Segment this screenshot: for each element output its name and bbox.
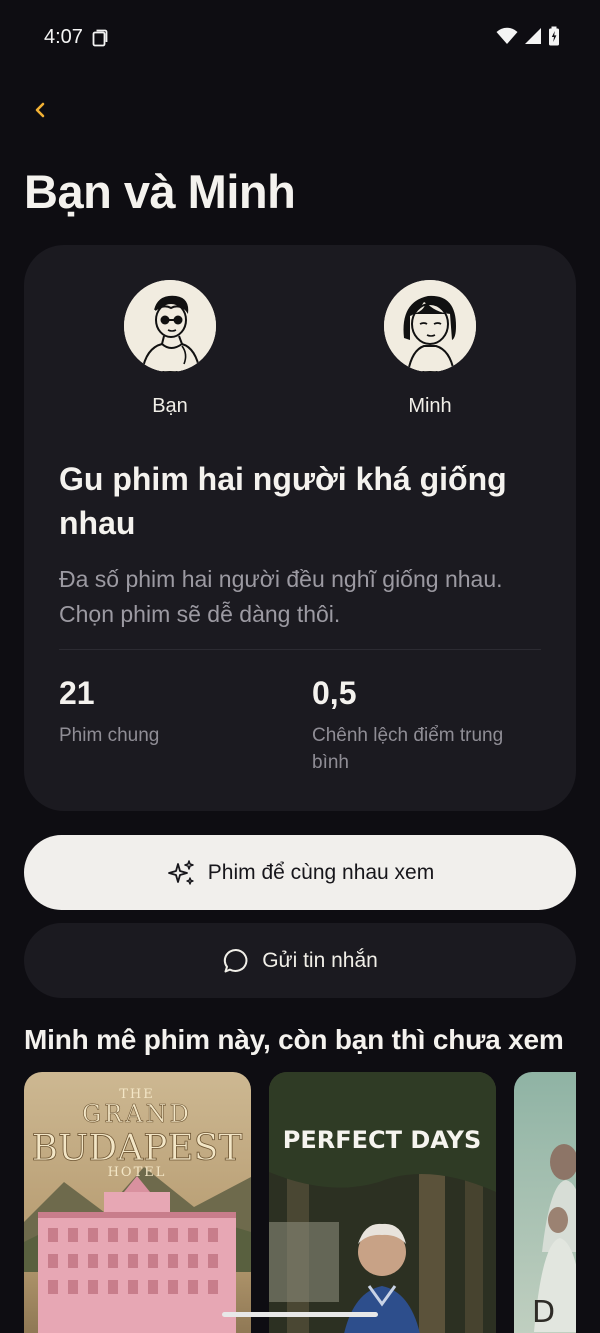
send-message-button[interactable]: Gửi tin nhắn (24, 923, 576, 998)
section-title: Minh mê phim này, còn bạn thì chưa xem (24, 1024, 564, 1055)
avatar-you[interactable] (124, 280, 216, 372)
user-name: Bạn (152, 395, 188, 417)
watch-together-button[interactable]: Phim để cùng nhau xem (24, 835, 576, 910)
avatar-minh[interactable] (384, 280, 476, 372)
status-bar: 4:07 (0, 0, 600, 76)
taste-headline: Gu phim hai người khá giống nhau (59, 461, 507, 541)
wifi-icon (496, 27, 518, 44)
card-divider (59, 649, 541, 650)
watch-together-label: Phim để cùng nhau xem (207, 860, 435, 884)
home-indicator[interactable] (222, 1312, 378, 1317)
poster-text-perfect-days: PERFECT DAYS (283, 1126, 481, 1154)
send-message-label: Gửi tin nhắn (262, 948, 378, 972)
chat-bubble-icon (224, 948, 248, 972)
shared-movies-label: Phim chung (59, 725, 160, 746)
friend-name: Minh (408, 395, 452, 417)
movie-poster-grand-budapest[interactable]: THE GRAND BUDAPEST HOTEL (24, 1072, 251, 1333)
back-button[interactable] (26, 96, 54, 124)
poster-artwork: THE GRAND BUDAPEST HOTEL (24, 1072, 251, 1333)
chevron-left-icon (35, 102, 45, 118)
status-time: 4:07 (44, 26, 83, 48)
movie-poster-perfect-days[interactable]: PERFECT DAYS (269, 1072, 496, 1333)
poster-artwork: D (514, 1072, 576, 1333)
poster-text-dune: D (532, 1295, 555, 1330)
poster-text-hotel: HOTEL (108, 1165, 167, 1180)
poster-artwork: PERFECT DAYS (269, 1072, 496, 1333)
shared-movies-count: 21 (59, 675, 95, 711)
note-icon (92, 29, 108, 47)
sparkles-icon (167, 859, 194, 885)
rating-difference-label: Chênh lệch điểm trung bình (312, 725, 504, 773)
page-title: Bạn và Minh (24, 165, 296, 218)
rating-difference-value: 0,5 (312, 675, 357, 711)
poster-text-grand: GRAND (82, 1100, 192, 1128)
poster-text-budapest: BUDAPEST (32, 1128, 243, 1169)
friend-avatar-illustration (384, 280, 476, 372)
signal-icon (525, 28, 541, 44)
movie-poster-dune[interactable]: D (514, 1072, 576, 1333)
movie-carousel[interactable]: THE GRAND BUDAPEST HOTEL PERFECT DAYS D (24, 1072, 576, 1333)
battery-icon (549, 26, 559, 46)
user-avatar-illustration (124, 280, 216, 372)
taste-description: Đa số phim hai người đều nghĩ giống nhau… (59, 566, 503, 627)
taste-compare-card: Bạn Minh Gu phim hai người khá giống nha… (24, 245, 576, 811)
